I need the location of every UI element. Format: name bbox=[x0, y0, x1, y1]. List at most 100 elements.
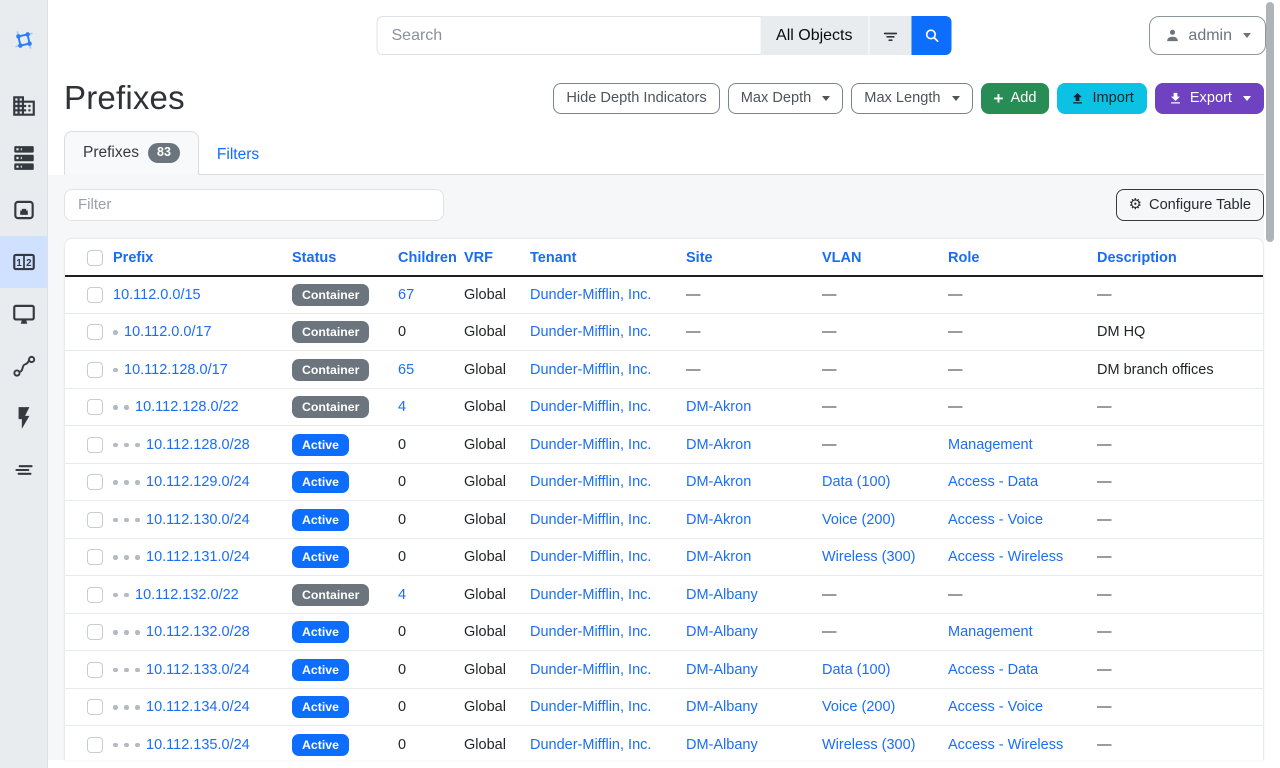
search-submit-button[interactable] bbox=[912, 16, 952, 55]
site-link[interactable]: DM-Akron bbox=[686, 437, 751, 453]
tenant-link[interactable]: Dunder-Mifflin, Inc. bbox=[530, 324, 651, 340]
prefix-link[interactable]: 10.112.0.0/15 bbox=[113, 287, 201, 303]
role-link[interactable]: Access - Wireless bbox=[948, 549, 1063, 565]
sidebar-item-other[interactable] bbox=[0, 444, 47, 496]
tenant-link[interactable]: Dunder-Mifflin, Inc. bbox=[530, 512, 651, 528]
scrollbar-thumb[interactable] bbox=[1266, 2, 1274, 242]
tenant-link[interactable]: Dunder-Mifflin, Inc. bbox=[530, 474, 651, 490]
column-header-vlan[interactable]: VLAN bbox=[822, 239, 948, 276]
select-all-checkbox[interactable] bbox=[87, 250, 103, 266]
column-header-description[interactable]: Description bbox=[1097, 239, 1263, 276]
sidebar-item-circuits[interactable] bbox=[0, 340, 47, 392]
tenant-link[interactable]: Dunder-Mifflin, Inc. bbox=[530, 287, 651, 303]
role-link[interactable]: Access - Wireless bbox=[948, 737, 1063, 753]
sidebar-item-connections[interactable] bbox=[0, 184, 47, 236]
site-link[interactable]: DM-Albany bbox=[686, 587, 758, 603]
column-header-status[interactable]: Status bbox=[292, 239, 398, 276]
prefix-link[interactable]: 10.112.132.0/28 bbox=[146, 624, 250, 640]
role-link[interactable]: Access - Data bbox=[948, 662, 1038, 678]
row-checkbox[interactable] bbox=[87, 737, 103, 753]
column-header-role[interactable]: Role bbox=[948, 239, 1097, 276]
row-checkbox[interactable] bbox=[87, 287, 103, 303]
vlan-link[interactable]: Voice (200) bbox=[822, 512, 895, 528]
row-checkbox[interactable] bbox=[87, 662, 103, 678]
column-header-tenant[interactable]: Tenant bbox=[530, 239, 686, 276]
prefix-link[interactable]: 10.112.135.0/24 bbox=[146, 737, 250, 753]
export-button[interactable]: Export bbox=[1155, 83, 1264, 114]
row-checkbox[interactable] bbox=[87, 474, 103, 490]
site-link[interactable]: DM-Albany bbox=[686, 699, 758, 715]
configure-table-button[interactable]: ⚙ Configure Table bbox=[1116, 189, 1264, 221]
children-count-link[interactable]: 65 bbox=[398, 362, 414, 378]
add-button[interactable]: + Add bbox=[981, 83, 1050, 114]
children-count-link[interactable]: 4 bbox=[398, 399, 406, 415]
vlan-link[interactable]: Wireless (300) bbox=[822, 549, 915, 565]
sidebar-item-virtualization[interactable] bbox=[0, 288, 47, 340]
tenant-link[interactable]: Dunder-Mifflin, Inc. bbox=[530, 624, 651, 640]
import-button[interactable]: Import bbox=[1057, 83, 1146, 114]
site-link[interactable]: DM-Albany bbox=[686, 624, 758, 640]
search-filter-button[interactable] bbox=[869, 16, 912, 55]
prefix-link[interactable]: 10.112.131.0/24 bbox=[146, 549, 250, 565]
site-link[interactable]: DM-Albany bbox=[686, 737, 758, 753]
table-filter-input[interactable] bbox=[64, 189, 444, 221]
row-checkbox[interactable] bbox=[87, 587, 103, 603]
row-checkbox[interactable] bbox=[87, 437, 103, 453]
site-link[interactable]: DM-Akron bbox=[686, 512, 751, 528]
row-checkbox[interactable] bbox=[87, 512, 103, 528]
children-count-link[interactable]: 67 bbox=[398, 287, 414, 303]
role-link[interactable]: Access - Voice bbox=[948, 512, 1043, 528]
tenant-link[interactable]: Dunder-Mifflin, Inc. bbox=[530, 399, 651, 415]
vlan-link[interactable]: Data (100) bbox=[822, 662, 891, 678]
tenant-link[interactable]: Dunder-Mifflin, Inc. bbox=[530, 699, 651, 715]
max-depth-dropdown[interactable]: Max Depth bbox=[728, 83, 844, 114]
role-link[interactable]: Access - Data bbox=[948, 474, 1038, 490]
sidebar-item-ipam[interactable]: 1 2 bbox=[0, 236, 47, 288]
vlan-link[interactable]: Voice (200) bbox=[822, 699, 895, 715]
prefix-link[interactable]: 10.112.128.0/17 bbox=[124, 362, 228, 378]
tenant-link[interactable]: Dunder-Mifflin, Inc. bbox=[530, 587, 651, 603]
tenant-link[interactable]: Dunder-Mifflin, Inc. bbox=[530, 662, 651, 678]
sidebar-item-power[interactable] bbox=[0, 392, 47, 444]
tenant-link[interactable]: Dunder-Mifflin, Inc. bbox=[530, 549, 651, 565]
row-checkbox[interactable] bbox=[87, 624, 103, 640]
site-link[interactable]: DM-Albany bbox=[686, 662, 758, 678]
site-link[interactable]: DM-Akron bbox=[686, 474, 751, 490]
prefix-link[interactable]: 10.112.128.0/28 bbox=[146, 437, 250, 453]
prefix-link[interactable]: 10.112.133.0/24 bbox=[146, 662, 250, 678]
sidebar-item-devices[interactable] bbox=[0, 132, 47, 184]
row-checkbox[interactable] bbox=[87, 324, 103, 340]
netbox-logo[interactable] bbox=[0, 0, 47, 80]
column-header-vrf[interactable]: VRF bbox=[464, 239, 530, 276]
prefix-link[interactable]: 10.112.128.0/22 bbox=[135, 399, 239, 415]
prefix-link[interactable]: 10.112.0.0/17 bbox=[124, 324, 212, 340]
site-link[interactable]: DM-Akron bbox=[686, 549, 751, 565]
row-checkbox[interactable] bbox=[87, 362, 103, 378]
site-link[interactable]: DM-Akron bbox=[686, 399, 751, 415]
prefix-link[interactable]: 10.112.129.0/24 bbox=[146, 474, 250, 490]
row-checkbox[interactable] bbox=[87, 549, 103, 565]
prefix-link[interactable]: 10.112.132.0/22 bbox=[135, 587, 239, 603]
prefix-link[interactable]: 10.112.134.0/24 bbox=[146, 699, 250, 715]
column-header-prefix[interactable]: Prefix bbox=[113, 239, 292, 276]
vlan-link[interactable]: Wireless (300) bbox=[822, 737, 915, 753]
row-checkbox[interactable] bbox=[87, 699, 103, 715]
max-length-dropdown[interactable]: Max Length bbox=[851, 83, 972, 114]
search-input[interactable] bbox=[377, 16, 761, 55]
tenant-link[interactable]: Dunder-Mifflin, Inc. bbox=[530, 737, 651, 753]
hide-depth-indicators-button[interactable]: Hide Depth Indicators bbox=[553, 83, 719, 114]
children-count-link[interactable]: 4 bbox=[398, 587, 406, 603]
vlan-link[interactable]: Data (100) bbox=[822, 474, 891, 490]
prefix-link[interactable]: 10.112.130.0/24 bbox=[146, 512, 250, 528]
role-link[interactable]: Management bbox=[948, 624, 1033, 640]
column-header-site[interactable]: Site bbox=[686, 239, 822, 276]
user-menu-button[interactable]: admin bbox=[1149, 16, 1266, 55]
search-scope-button[interactable]: All Objects bbox=[760, 16, 868, 55]
tab-prefixes[interactable]: Prefixes 83 bbox=[64, 131, 199, 175]
tenant-link[interactable]: Dunder-Mifflin, Inc. bbox=[530, 362, 651, 378]
tab-filters[interactable]: Filters bbox=[199, 135, 277, 175]
tenant-link[interactable]: Dunder-Mifflin, Inc. bbox=[530, 437, 651, 453]
sidebar-item-organization[interactable] bbox=[0, 80, 47, 132]
role-link[interactable]: Access - Voice bbox=[948, 699, 1043, 715]
role-link[interactable]: Management bbox=[948, 437, 1033, 453]
